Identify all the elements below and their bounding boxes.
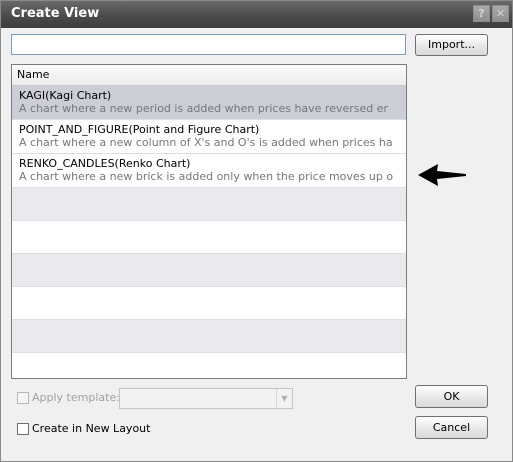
help-button[interactable]: ?: [473, 5, 490, 22]
empty-list-row: [12, 287, 406, 320]
apply-template-checkbox[interactable]: [17, 392, 29, 404]
list-item-description: A chart where a new period is added when…: [19, 102, 389, 115]
close-icon: ✕: [495, 7, 506, 20]
cancel-button[interactable]: Cancel: [415, 416, 488, 439]
close-button[interactable]: ✕: [492, 5, 509, 22]
create-in-new-layout-checkbox[interactable]: [17, 423, 29, 435]
empty-list-row: [12, 221, 406, 254]
list-item-description: A chart where a new column of X's and O'…: [19, 136, 393, 149]
template-select[interactable]: ▼: [119, 388, 293, 409]
name-column-header[interactable]: Name: [12, 65, 406, 86]
ok-button[interactable]: OK: [415, 385, 488, 408]
list-item-renko[interactable]: RENKO_CANDLES(Renko Chart) A chart where…: [12, 154, 406, 188]
chevron-down-icon: ▼: [276, 389, 292, 408]
apply-template-label: Apply template:: [32, 391, 120, 404]
empty-list-row: [12, 320, 406, 353]
list-item-title: POINT_AND_FIGURE(Point and Figure Chart): [19, 123, 260, 136]
import-button[interactable]: Import...: [415, 34, 488, 56]
list-item-description: A chart where a new brick is added only …: [19, 170, 394, 183]
list-item-point-and-figure[interactable]: POINT_AND_FIGURE(Point and Figure Chart)…: [12, 120, 406, 154]
dialog-title: Create View: [11, 6, 100, 21]
empty-list-row: [12, 188, 406, 221]
chart-type-list[interactable]: Name KAGI(Kagi Chart) A chart where a ne…: [11, 64, 407, 379]
list-item-kagi[interactable]: KAGI(Kagi Chart) A chart where a new per…: [12, 86, 406, 120]
create-in-new-layout-label: Create in New Layout: [32, 422, 151, 435]
view-name-input[interactable]: [11, 34, 406, 55]
left-arrow-icon: [418, 164, 466, 186]
empty-list-row: [12, 254, 406, 287]
help-icon: ?: [478, 7, 485, 20]
list-item-title: RENKO_CANDLES(Renko Chart): [19, 157, 191, 170]
list-item-title: KAGI(Kagi Chart): [19, 89, 112, 102]
create-view-dialog: Create View ? ✕ Import... Name KAGI(Kagi…: [0, 0, 513, 462]
title-bar: Create View ? ✕: [1, 1, 512, 28]
